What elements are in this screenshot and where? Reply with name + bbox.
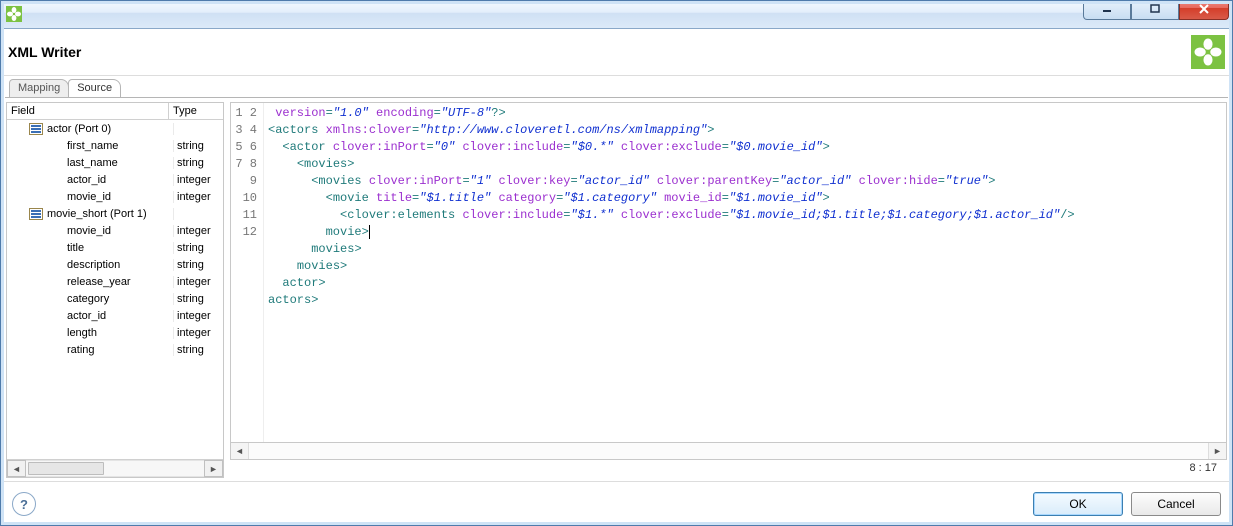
window-close-button[interactable] [1179, 0, 1229, 20]
field-tree-hscrollbar[interactable]: ◄ ► [7, 459, 223, 477]
field-name: length [11, 327, 97, 339]
field-row[interactable]: movie_id integer [7, 222, 223, 239]
port-icon [29, 208, 43, 220]
field-name: category [11, 293, 109, 305]
field-row[interactable]: last_name string [7, 154, 223, 171]
port-label: movie_short (Port 1) [47, 208, 147, 220]
field-row[interactable]: length integer [7, 324, 223, 341]
clover-icon [1191, 35, 1225, 69]
field-type: string [174, 293, 223, 305]
field-name: movie_id [11, 191, 111, 203]
caret-position: 8 : 17 [230, 460, 1227, 478]
field-name: title [11, 242, 84, 254]
field-type: integer [174, 327, 223, 339]
port-icon [29, 123, 43, 135]
field-name: description [11, 259, 120, 271]
field-tree-header: Field Type [7, 103, 223, 120]
field-type: integer [174, 276, 223, 288]
field-column-header[interactable]: Field [7, 103, 169, 119]
field-row[interactable]: category string [7, 290, 223, 307]
field-row[interactable]: actor_id integer [7, 171, 223, 188]
window-maximize-button[interactable] [1131, 0, 1179, 20]
source-code-area[interactable]: version="1.0" encoding="UTF-8"?> <actors… [264, 103, 1226, 442]
scroll-right-button[interactable]: ► [204, 460, 223, 477]
field-name: rating [11, 344, 95, 356]
field-row[interactable]: actor_id integer [7, 307, 223, 324]
field-type: integer [174, 191, 223, 203]
dialog-header: XML Writer [0, 29, 1233, 76]
scroll-left-button[interactable]: ◄ [7, 460, 26, 477]
editor-scroll-right-button[interactable]: ► [1208, 443, 1226, 459]
cancel-button[interactable]: Cancel [1131, 492, 1221, 516]
line-number-gutter: 1 2 3 4 5 6 7 8 9 10 11 12 [231, 103, 264, 442]
dialog-footer: ? OK Cancel [0, 481, 1233, 526]
tab-source[interactable]: Source [68, 79, 121, 97]
field-row[interactable]: description string [7, 256, 223, 273]
editor-scroll-track[interactable] [249, 443, 1208, 459]
field-row[interactable]: movie_id integer [7, 188, 223, 205]
field-name: movie_id [11, 225, 111, 237]
field-name: actor_id [11, 310, 106, 322]
field-type: integer [174, 310, 223, 322]
tab-mapping[interactable]: Mapping [9, 79, 69, 97]
field-type: string [174, 242, 223, 254]
field-name: first_name [11, 140, 118, 152]
field-type: string [174, 140, 223, 152]
field-name: last_name [11, 157, 118, 169]
field-type: integer [174, 225, 223, 237]
scroll-track[interactable] [26, 460, 204, 477]
field-type: string [174, 344, 223, 356]
tab-bar: Mapping Source [5, 75, 1228, 97]
type-column-header[interactable]: Type [169, 103, 223, 119]
field-row[interactable]: rating string [7, 341, 223, 358]
source-editor[interactable]: 1 2 3 4 5 6 7 8 9 10 11 12 version="1.0"… [230, 102, 1227, 443]
port-label: actor (Port 0) [47, 123, 111, 135]
window-titlebar [0, 0, 1233, 29]
field-type: integer [174, 174, 223, 186]
field-tree: Field Type actor (Port 0)first_namestrin… [6, 102, 224, 478]
port-row[interactable]: movie_short (Port 1) [7, 205, 223, 222]
help-button[interactable]: ? [12, 492, 36, 516]
field-row[interactable]: title string [7, 239, 223, 256]
field-row[interactable]: first_name string [7, 137, 223, 154]
field-name: release_year [11, 276, 131, 288]
editor-scroll-left-button[interactable]: ◄ [231, 443, 249, 459]
window-minimize-button[interactable] [1083, 0, 1131, 20]
field-name: actor_id [11, 174, 106, 186]
scroll-thumb[interactable] [28, 462, 104, 475]
editor-hscrollbar[interactable]: ◄ ► [230, 443, 1227, 460]
app-icon [6, 6, 22, 22]
ok-button[interactable]: OK [1033, 492, 1123, 516]
field-row[interactable]: release_year integer [7, 273, 223, 290]
dialog-title: XML Writer [8, 44, 1191, 60]
port-row[interactable]: actor (Port 0) [7, 120, 223, 137]
field-type: string [174, 157, 223, 169]
field-type: string [174, 259, 223, 271]
